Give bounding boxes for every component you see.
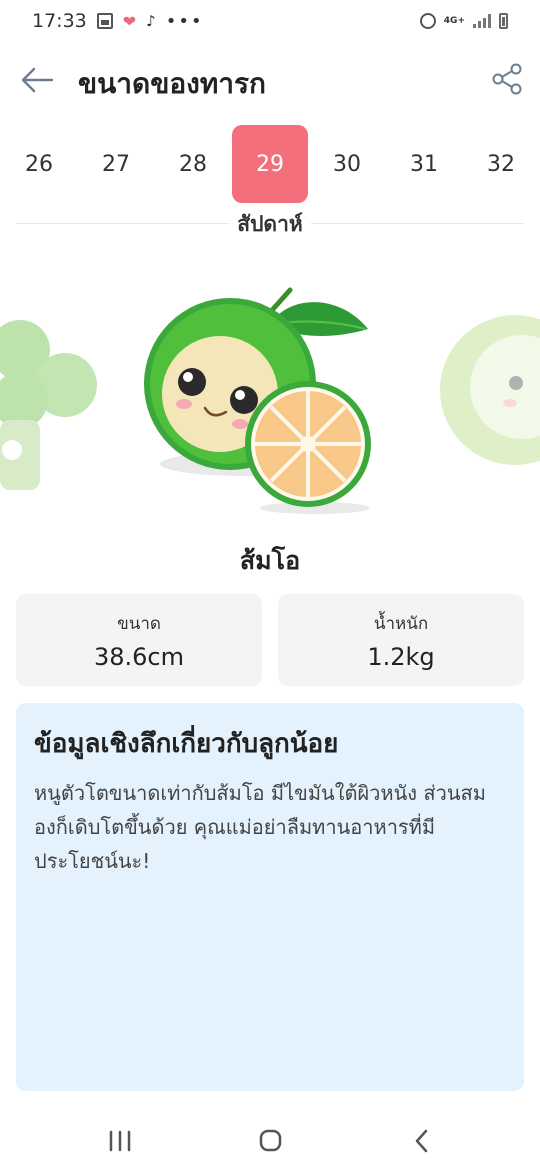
broccoli-illustration[interactable] <box>0 300 110 490</box>
insight-title: ข้อมูลเชิงลึกเกี่ยวกับลูกน้อย <box>34 729 339 759</box>
status-right: 4G+ <box>419 13 508 29</box>
week-item[interactable]: 28 <box>155 125 231 203</box>
battery-icon <box>499 13 508 29</box>
page-title: ขนาดของทารก <box>78 67 266 100</box>
size-label: ขนาด <box>117 613 161 634</box>
tiktok-icon: ♪ <box>146 12 156 30</box>
status-time: 17:33 <box>32 10 87 32</box>
insight-box: ข้อมูลเชิงลึกเกี่ยวกับลูกน้อย หนูตัวโตขน… <box>16 703 524 1091</box>
week-label: สัปดาห์ <box>0 208 540 241</box>
size-value: 38.6cm <box>93 642 184 671</box>
system-nav-bar <box>0 1112 540 1170</box>
heart-app-icon: ❤ <box>122 11 137 31</box>
alarm-icon <box>419 13 436 29</box>
weight-label: น้ำหนัก <box>373 613 429 634</box>
gallery-notification-icon <box>96 13 113 29</box>
back-arrow-icon[interactable] <box>18 62 56 98</box>
fruit-name: ส้มโอ <box>239 546 301 575</box>
fruit-carousel[interactable] <box>0 270 540 530</box>
pomelo-illustration <box>144 287 371 514</box>
back-nav-icon[interactable] <box>402 1126 442 1156</box>
size-card: ขนาด 38.6cm <box>16 594 262 686</box>
status-bar: 17:33 ❤ ♪ ••• 4G+ <box>0 0 540 42</box>
week-item[interactable]: 32 <box>463 125 539 203</box>
weight-value: 1.2kg <box>367 642 435 671</box>
week-item[interactable]: 31 <box>386 125 462 203</box>
status-left: 17:33 ❤ ♪ ••• <box>32 10 204 32</box>
home-icon[interactable] <box>250 1126 290 1156</box>
insight-body: หนูตัวโตขนาดเท่ากับส้มโอ มีไขมันใต้ผิวหน… <box>34 781 486 873</box>
week-item-selected[interactable]: 29 <box>232 125 308 203</box>
app-header: ขนาดของทารก <box>0 52 540 108</box>
week-selector: 26 27 28 29 30 31 32 <box>0 125 540 203</box>
signal-icon <box>473 14 491 28</box>
share-icon[interactable] <box>490 62 524 96</box>
more-notifications-icon: ••• <box>165 10 204 32</box>
recent-apps-icon[interactable] <box>100 1126 140 1156</box>
cabbage-illustration[interactable] <box>440 305 540 475</box>
network-type: 4G+ <box>443 15 465 26</box>
week-label-text: สัปดาห์ <box>229 212 311 236</box>
week-item[interactable]: 26 <box>1 125 77 203</box>
weight-card: น้ำหนัก 1.2kg <box>278 594 524 686</box>
week-item[interactable]: 30 <box>309 125 385 203</box>
week-item[interactable]: 27 <box>78 125 154 203</box>
